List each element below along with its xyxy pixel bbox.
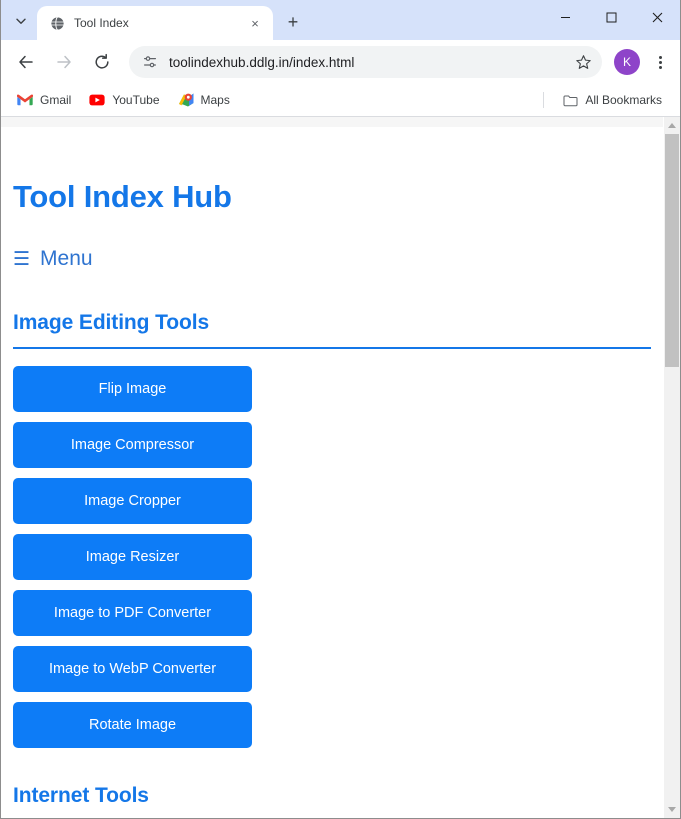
youtube-icon [89, 92, 105, 108]
section-divider [13, 347, 651, 349]
tool-button-image-cropper[interactable]: Image Cropper [13, 478, 252, 524]
tab-search-button[interactable] [7, 7, 35, 35]
bookmarks-bar: Gmail YouTube Maps All Bookmarks [1, 84, 680, 117]
page-scrollbar[interactable] [663, 117, 680, 818]
reload-icon [95, 53, 109, 69]
reload-button[interactable] [86, 46, 118, 78]
bookmark-label: YouTube [112, 93, 160, 107]
scrollbar-down-button[interactable] [664, 801, 680, 818]
tool-button-list: Flip Image Image Compressor Image Croppe… [13, 366, 651, 748]
window-controls [542, 0, 680, 34]
maps-icon [178, 92, 194, 108]
page-viewport: Tool Index Hub ☰ Menu Image Editing Tool… [1, 117, 680, 818]
profile-avatar[interactable]: K [614, 49, 640, 75]
scrollbar-thumb[interactable] [665, 134, 679, 367]
close-icon [652, 12, 662, 22]
all-bookmarks-label: All Bookmarks [585, 93, 662, 107]
globe-icon [49, 15, 65, 31]
minimize-button[interactable] [542, 0, 588, 34]
maximize-icon [606, 12, 616, 22]
new-tab-button[interactable]: + [279, 8, 307, 36]
folder-icon [562, 92, 578, 108]
tool-button-rotate-image[interactable]: Rotate Image [13, 702, 252, 748]
bookmark-label: Gmail [40, 93, 72, 107]
bookmark-gmail[interactable]: Gmail [9, 88, 79, 112]
back-button[interactable] [10, 46, 42, 78]
back-arrow-icon [19, 55, 33, 69]
bookmarks-divider [543, 92, 545, 108]
page-top-shadow [1, 117, 663, 127]
hamburger-icon: ☰ [13, 248, 31, 270]
close-window-button[interactable] [634, 0, 680, 34]
url-text[interactable]: toolindexhub.ddlg.in/index.html [169, 55, 570, 70]
bookmark-youtube[interactable]: YouTube [81, 88, 167, 112]
triangle-up-icon [668, 123, 676, 128]
browser-window: Tool Index × + toolindexhub.ddlg.in/inde… [0, 0, 681, 819]
browser-toolbar: toolindexhub.ddlg.in/index.html K [1, 40, 680, 84]
tool-button-image-to-pdf-converter[interactable]: Image to PDF Converter [13, 590, 252, 636]
forward-button[interactable] [48, 46, 80, 78]
tool-button-image-compressor[interactable]: Image Compressor [13, 422, 252, 468]
tune-icon[interactable] [139, 51, 161, 73]
bookmark-label: Maps [200, 93, 230, 107]
browser-tab[interactable]: Tool Index × [37, 6, 273, 40]
tab-strip: Tool Index × + [1, 0, 680, 40]
tab-title: Tool Index [74, 16, 129, 30]
page-title: Tool Index Hub [13, 179, 232, 214]
gmail-icon [17, 92, 33, 108]
forward-arrow-icon [57, 55, 71, 69]
bookmark-maps[interactable]: Maps [170, 88, 238, 112]
triangle-down-icon [668, 807, 676, 812]
menu-toggle[interactable]: ☰ Menu [13, 247, 93, 271]
page-content: Tool Index Hub ☰ Menu Image Editing Tool… [1, 117, 663, 818]
section-heading-internet-tools: Internet Tools [13, 784, 149, 807]
three-dot-menu-icon [658, 60, 662, 64]
tab-close-button[interactable]: × [245, 13, 265, 33]
scrollbar-up-button[interactable] [664, 117, 680, 134]
bookmark-star-button[interactable] [570, 49, 596, 75]
three-dot-menu-icon [658, 65, 662, 69]
address-bar[interactable]: toolindexhub.ddlg.in/index.html [129, 46, 602, 78]
section-heading-image-editing-tools: Image Editing Tools [13, 311, 210, 334]
chevron-down-icon [16, 18, 26, 24]
chrome-menu-button[interactable] [646, 46, 674, 78]
tool-button-image-resizer[interactable]: Image Resizer [13, 534, 252, 580]
menu-toggle-label: Menu [40, 247, 93, 270]
maximize-button[interactable] [588, 0, 634, 34]
minimize-icon [560, 16, 570, 18]
star-icon [575, 54, 591, 69]
all-bookmarks-button[interactable]: All Bookmarks [554, 88, 670, 112]
tool-button-image-to-webp-converter[interactable]: Image to WebP Converter [13, 646, 252, 692]
three-dot-menu-icon [658, 55, 662, 59]
tool-button-flip-image[interactable]: Flip Image [13, 366, 252, 412]
